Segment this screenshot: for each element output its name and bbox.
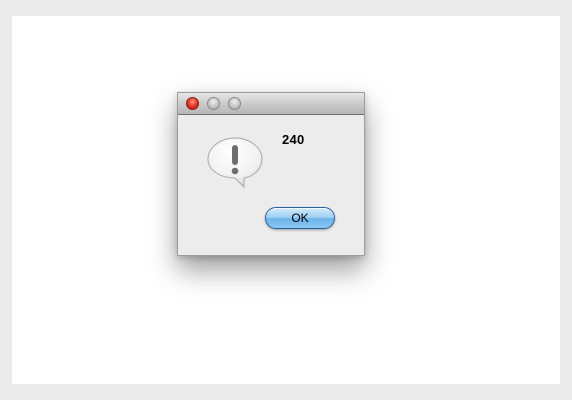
zoom-window-button[interactable]	[228, 97, 241, 110]
alert-dialog: 240 OK	[177, 92, 365, 256]
ok-button[interactable]: OK	[265, 207, 335, 229]
close-window-button[interactable]	[186, 97, 199, 110]
alert-bubble-icon	[207, 137, 263, 189]
minimize-window-button[interactable]	[207, 97, 220, 110]
dialog-titlebar[interactable]	[178, 93, 364, 115]
alert-message: 240	[282, 132, 305, 147]
